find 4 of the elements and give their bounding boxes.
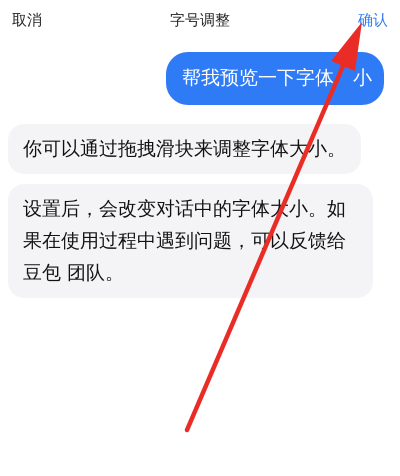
page-title: 字号调整 <box>170 10 230 31</box>
cancel-button[interactable]: 取消 <box>12 8 42 32</box>
confirm-button[interactable]: 确认 <box>358 8 388 32</box>
user-message: 帮我预览一下字体 小 <box>166 52 384 105</box>
